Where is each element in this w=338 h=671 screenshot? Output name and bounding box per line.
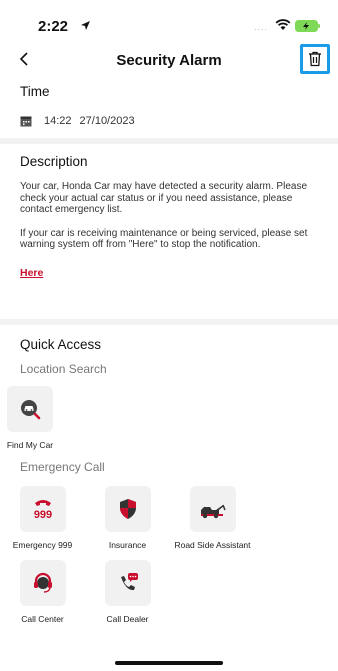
time-title: Time <box>20 84 50 99</box>
location-search-title: Location Search <box>20 362 107 376</box>
alarm-date: 27/10/2023 <box>79 115 135 127</box>
tile-icon-box <box>189 486 236 532</box>
battery-icon <box>295 20 320 32</box>
tile-label: Insurance <box>108 540 147 550</box>
tile-label: Call Center <box>21 614 64 624</box>
tile-icon-box <box>104 560 151 606</box>
alarm-time: 14:22 <box>44 115 72 127</box>
insurance-button[interactable]: Insurance <box>85 486 170 550</box>
emergency-call-title: Emergency Call <box>20 460 105 474</box>
timestamp-row: 14:22 27/10/2023 <box>20 115 318 127</box>
tile-icon-box <box>104 486 151 532</box>
tile-label: Road Side Assistant <box>174 540 251 550</box>
wifi-icon <box>275 19 291 30</box>
status-time: 2:22 <box>38 18 69 35</box>
call-dealer-button[interactable]: Call Dealer <box>85 560 170 624</box>
phone-chat-icon <box>120 573 138 591</box>
tow-truck-icon <box>200 504 226 519</box>
find-car-icon <box>21 400 41 420</box>
svg-text:999: 999 <box>33 509 51 521</box>
tile-icon-box: 999 <box>19 486 66 532</box>
tile-icon-box <box>7 386 53 432</box>
tile-label: Call Dealer <box>106 614 149 624</box>
description-section: Description Your car, Honda Car may have… <box>0 144 338 319</box>
tile-icon-box <box>19 560 66 606</box>
tile-label: Find My Car <box>6 440 54 450</box>
description-paragraph: If your car is receiving maintenance or … <box>20 227 308 251</box>
quick-access-section: Quick Access Location Search Find My Car… <box>0 325 338 634</box>
nav-bar: Security Alarm <box>0 44 338 76</box>
signal-icon: .... <box>254 22 269 32</box>
emergency-999-icon: 999 <box>33 500 52 521</box>
description-paragraph: Your car, Honda Car may have detected a … <box>20 181 308 215</box>
find-my-car-button[interactable]: Find My Car <box>0 386 60 450</box>
description-text: Your car, Honda Car may have detected a … <box>20 181 318 251</box>
quick-access-title: Quick Access <box>20 337 102 352</box>
call-center-button[interactable]: Call Center <box>0 560 85 624</box>
road-side-assistant-button[interactable]: Road Side Assistant <box>170 486 255 550</box>
time-section: Time 14:22 27/10/2023 <box>0 76 338 138</box>
emergency-999-button[interactable]: 999 Emergency 999 <box>0 486 85 550</box>
delete-button[interactable] <box>300 44 330 74</box>
description-title: Description <box>20 154 88 169</box>
emergency-grid: 999 Emergency 999 Insurance Road Side As… <box>0 486 318 634</box>
shield-icon <box>119 499 136 519</box>
location-arrow-icon <box>81 21 90 30</box>
headset-icon <box>33 572 52 593</box>
trash-icon <box>309 51 321 67</box>
tile-label: Emergency 999 <box>12 540 73 550</box>
here-link[interactable]: Here <box>20 267 43 279</box>
location-grid: Find My Car <box>0 386 318 450</box>
status-bar: 2:22 .... <box>0 0 338 44</box>
page-title: Security Alarm <box>116 52 222 69</box>
home-indicator <box>115 661 223 665</box>
calendar-icon <box>20 116 32 127</box>
